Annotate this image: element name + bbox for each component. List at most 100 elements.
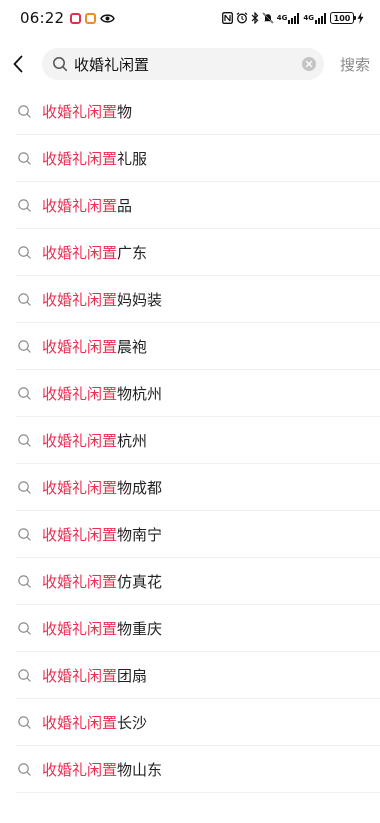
suggestion-remainder: 物南宁 (117, 525, 163, 544)
suggestion-item[interactable]: 收婚礼闲置物杭州 (16, 370, 380, 417)
suggestion-remainder: 杭州 (117, 431, 148, 450)
search-icon (16, 244, 32, 260)
suggestion-text: 收婚礼闲置杭州 (42, 430, 147, 451)
status-left: 06:22 (20, 9, 116, 27)
search-icon (16, 291, 32, 307)
suggestion-highlight: 收婚礼闲置 (42, 713, 118, 732)
search-icon (16, 761, 32, 777)
suggestion-item[interactable]: 收婚礼闲置长沙 (16, 699, 380, 746)
search-icon (16, 103, 32, 119)
suggestion-highlight: 收婚礼闲置 (42, 196, 118, 215)
signal-icon-sim2: 4G (303, 12, 327, 24)
search-icon (16, 150, 32, 166)
suggestion-remainder: 妈妈装 (117, 290, 163, 309)
suggestion-text: 收婚礼闲置物杭州 (42, 383, 162, 404)
search-header: 收婚礼闲置 搜索 (0, 40, 380, 88)
suggestion-highlight: 收婚礼闲置 (42, 478, 118, 497)
suggestion-text: 收婚礼闲置物成都 (42, 477, 162, 498)
clear-icon (305, 60, 313, 68)
app-notification-icon-orange (85, 12, 97, 24)
suggestion-remainder: 礼服 (117, 149, 148, 168)
search-icon (16, 197, 32, 213)
suggestion-text: 收婚礼闲置物 (42, 101, 132, 122)
suggestion-remainder: 品 (117, 196, 133, 215)
suggestion-item[interactable]: 收婚礼闲置杭州 (16, 417, 380, 464)
suggestion-text: 收婚礼闲置物南宁 (42, 524, 162, 545)
chevron-left-icon (12, 55, 24, 73)
app-notification-icon-red (70, 12, 82, 24)
suggestion-text: 收婚礼闲置妈妈装 (42, 289, 162, 310)
suggestion-remainder: 广东 (117, 243, 148, 262)
bluetooth-icon (251, 12, 259, 24)
search-icon (16, 385, 32, 401)
suggestion-text: 收婚礼闲置礼服 (42, 148, 147, 169)
suggestion-remainder: 物重庆 (117, 619, 163, 638)
suggestion-item[interactable]: 收婚礼闲置物南宁 (16, 511, 380, 558)
nfc-icon (221, 12, 233, 24)
suggestion-highlight: 收婚礼闲置 (42, 102, 118, 121)
suggestion-highlight: 收婚礼闲置 (42, 243, 118, 262)
suggestion-remainder: 长沙 (117, 713, 148, 732)
battery-indicator: 100 (330, 12, 356, 24)
search-query-text[interactable]: 收婚礼闲置 (74, 54, 302, 75)
suggestion-list: 收婚礼闲置物 收婚礼闲置礼服 收婚礼闲置品 收婚礼闲置广东 收婚礼闲置妈妈装 收婚礼闲置晨… (0, 88, 380, 793)
suggestion-highlight: 收婚礼闲置 (42, 760, 118, 779)
eye-icon (100, 13, 116, 24)
suggestion-remainder: 仿真花 (117, 572, 163, 591)
status-time: 06:22 (20, 9, 65, 27)
suggestion-highlight: 收婚礼闲置 (42, 572, 118, 591)
suggestion-highlight: 收婚礼闲置 (42, 666, 118, 685)
charging-icon (357, 12, 364, 24)
battery-level: 100 (333, 13, 351, 23)
suggestion-remainder: 物 (117, 102, 133, 121)
suggestion-item[interactable]: 收婚礼闲置物重庆 (16, 605, 380, 652)
suggestion-item[interactable]: 收婚礼闲置团扇 (16, 652, 380, 699)
suggestion-highlight: 收婚礼闲置 (42, 337, 118, 356)
suggestion-text: 收婚礼闲置长沙 (42, 712, 147, 733)
alarm-icon (236, 12, 248, 24)
suggestion-item[interactable]: 收婚礼闲置品 (16, 182, 380, 229)
suggestion-text: 收婚礼闲置物重庆 (42, 618, 162, 639)
suggestion-highlight: 收婚礼闲置 (42, 431, 118, 450)
search-icon (16, 573, 32, 589)
suggestion-highlight: 收婚礼闲置 (42, 525, 118, 544)
suggestion-text: 收婚礼闲置物山东 (42, 759, 162, 780)
search-input[interactable]: 收婚礼闲置 (42, 48, 324, 80)
search-icon (16, 526, 32, 542)
search-icon (16, 714, 32, 730)
suggestion-item[interactable]: 收婚礼闲置广东 (16, 229, 380, 276)
suggestion-text: 收婚礼闲置团扇 (42, 665, 147, 686)
status-bar: 06:22 4G 4G 100 (0, 0, 380, 36)
suggestion-item[interactable]: 收婚礼闲置物山东 (16, 746, 380, 793)
mute-bell-icon (262, 12, 274, 24)
suggestion-item[interactable]: 收婚礼闲置妈妈装 (16, 276, 380, 323)
suggestion-highlight: 收婚礼闲置 (42, 290, 118, 309)
suggestion-item[interactable]: 收婚礼闲置物成都 (16, 464, 380, 511)
network-type-label: 4G (276, 13, 288, 22)
suggestion-text: 收婚礼闲置仿真花 (42, 571, 162, 592)
suggestion-highlight: 收婚礼闲置 (42, 149, 118, 168)
back-button[interactable] (8, 48, 28, 80)
search-submit-button[interactable]: 搜索 (340, 54, 370, 75)
suggestion-text: 收婚礼闲置晨袍 (42, 336, 147, 357)
search-icon (16, 479, 32, 495)
search-icon (16, 667, 32, 683)
signal-icon-sim1: 4G (276, 12, 301, 24)
search-icon (16, 620, 32, 636)
search-icon (52, 56, 68, 72)
suggestion-remainder: 物山东 (117, 760, 163, 779)
search-icon (16, 338, 32, 354)
suggestion-item[interactable]: 收婚礼闲置晨袍 (16, 323, 380, 370)
suggestion-item[interactable]: 收婚礼闲置仿真花 (16, 558, 380, 605)
suggestion-remainder: 晨袍 (117, 337, 148, 356)
suggestion-remainder: 团扇 (117, 666, 148, 685)
clear-button[interactable] (302, 57, 316, 71)
search-icon (16, 432, 32, 448)
suggestion-highlight: 收婚礼闲置 (42, 619, 118, 638)
network-type-label: 4G (303, 13, 314, 22)
suggestion-item[interactable]: 收婚礼闲置物 (16, 88, 380, 135)
suggestion-remainder: 物杭州 (117, 384, 163, 403)
suggestion-item[interactable]: 收婚礼闲置礼服 (16, 135, 380, 182)
suggestion-highlight: 收婚礼闲置 (42, 384, 118, 403)
suggestion-text: 收婚礼闲置广东 (42, 242, 147, 263)
